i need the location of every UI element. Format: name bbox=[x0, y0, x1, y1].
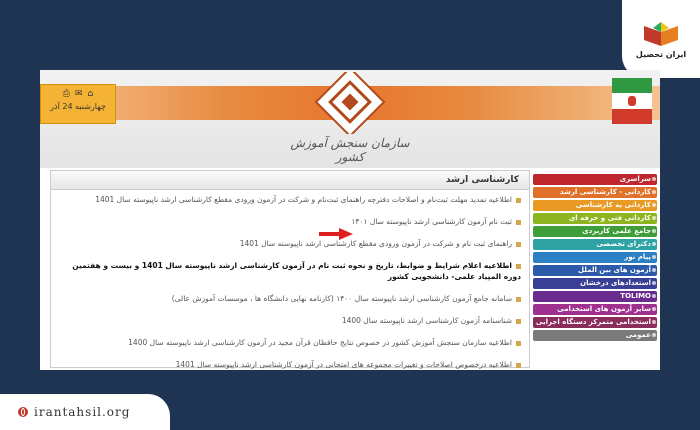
news-item[interactable]: اطلاعیه درخصوص اصلاحات و تغییرات مجموعه … bbox=[59, 359, 521, 370]
sidebar-item[interactable]: کاردانی - کارشناسی ارشد bbox=[533, 187, 657, 198]
news-item[interactable]: اطلاعیه اعلام شرایط و ضوابط، تاریخ و نحو… bbox=[59, 260, 521, 282]
sidebar-item[interactable]: سایر آزمون های استخدامی bbox=[533, 304, 657, 315]
site-header: ⎙ ✉ ⌂ چهارشنبه 24 آذر سازمان سنجش آموزش … bbox=[40, 70, 660, 168]
brand-tab: ایران تحصیل bbox=[622, 0, 700, 78]
news-item-text: راهنمای ثبت نام و شرکت در آزمون ورودی مق… bbox=[239, 239, 512, 248]
sidebar-menu: سراسری کاردانی - کارشناسی ارشد کاردانی به … bbox=[533, 174, 657, 343]
sidebar-item[interactable]: کاردانی فنی و حرفه ای bbox=[533, 213, 657, 224]
bullet-icon bbox=[516, 241, 521, 247]
news-item[interactable]: سامانه جامع آزمون کارشناسی ارشد ناپیوسته… bbox=[59, 293, 521, 304]
sidebar-item[interactable]: استعدادهای درخشان bbox=[533, 278, 657, 289]
panel-title: کارشناسی ارشد bbox=[51, 171, 529, 190]
book-logo-icon bbox=[644, 21, 678, 46]
sidebar-item[interactable]: سراسری bbox=[533, 174, 657, 185]
bullet-icon bbox=[516, 219, 521, 225]
red-arrow-icon bbox=[319, 228, 353, 240]
sidebar-item[interactable]: استخدامی متمرکز دستگاه اجرایی bbox=[533, 317, 657, 328]
news-item-text: شناسنامه آزمون کارشناسی ارشد ناپیوسته سا… bbox=[341, 316, 512, 325]
sidebar-item[interactable]: عمومی bbox=[533, 330, 657, 341]
bullet-icon bbox=[516, 318, 521, 324]
news-item-text: اطلاعیه تمدید مهلت ثبت‌نام و اصلاحات دفت… bbox=[95, 195, 512, 204]
globe-icon bbox=[18, 407, 28, 417]
iran-flag-icon bbox=[612, 78, 652, 124]
home-icon[interactable]: ⌂ bbox=[88, 89, 94, 99]
bullet-icon bbox=[516, 263, 521, 269]
news-item[interactable]: شناسنامه آزمون کارشناسی ارشد ناپیوسته سا… bbox=[59, 315, 521, 326]
brand-name: ایران تحصیل bbox=[635, 49, 687, 59]
sidebar-item[interactable]: TOLIMO bbox=[533, 291, 657, 302]
news-item-text: اطلاعیه سازمان سنجش آموزش کشور در خصوص ن… bbox=[128, 338, 512, 347]
footer-tab: irantahsil.org bbox=[0, 394, 170, 430]
news-item-text: اطلاعیه اعلام شرایط و ضوابط، تاریخ و نحو… bbox=[72, 261, 521, 281]
bullet-icon bbox=[516, 340, 521, 346]
news-item-text: سامانه جامع آزمون کارشناسی ارشد ناپیوسته… bbox=[171, 294, 512, 303]
news-item-text: اطلاعیه درخصوص اصلاحات و تغییرات مجموعه … bbox=[175, 360, 512, 369]
print-icon[interactable]: ⎙ bbox=[63, 89, 70, 99]
sidebar-item[interactable]: دکترای تخصصی bbox=[533, 239, 657, 250]
brand-logo: ایران تحصیل bbox=[632, 10, 690, 68]
org-name: سازمان سنجش آموزش کشور bbox=[290, 136, 410, 164]
news-item-text: ثبت نام آزمون کارشناسی ارشد ناپیوسته سال… bbox=[351, 217, 512, 226]
news-list: اطلاعیه تمدید مهلت ثبت‌نام و اصلاحات دفت… bbox=[51, 190, 529, 370]
sidebar-item[interactable]: جامع علمی کاربردی bbox=[533, 226, 657, 237]
brand-url[interactable]: irantahsil.org bbox=[34, 405, 130, 419]
news-panel: کارشناسی ارشد اطلاعیه تمدید مهلت ثبت‌نام… bbox=[50, 170, 530, 370]
date-text: چهارشنبه 24 آذر bbox=[50, 102, 106, 111]
news-item[interactable]: ثبت نام آزمون کارشناسی ارشد ناپیوسته سال… bbox=[59, 216, 521, 227]
website-screenshot: ⎙ ✉ ⌂ چهارشنبه 24 آذر سازمان سنجش آموزش … bbox=[40, 70, 660, 370]
org-emblem-icon bbox=[314, 72, 386, 134]
mail-icon[interactable]: ✉ bbox=[75, 89, 83, 99]
sidebar-item[interactable]: پیام نور bbox=[533, 252, 657, 263]
sidebar-item[interactable]: آزمون های بین الملل bbox=[533, 265, 657, 276]
bullet-icon bbox=[516, 362, 521, 368]
news-item[interactable]: اطلاعیه سازمان سنجش آموزش کشور در خصوص ن… bbox=[59, 337, 521, 348]
news-item[interactable]: اطلاعیه تمدید مهلت ثبت‌نام و اصلاحات دفت… bbox=[59, 194, 521, 205]
bullet-icon bbox=[516, 197, 521, 203]
bullet-icon bbox=[516, 296, 521, 302]
date-box: ⎙ ✉ ⌂ چهارشنبه 24 آذر bbox=[40, 84, 116, 124]
news-item[interactable]: راهنمای ثبت نام و شرکت در آزمون ورودی مق… bbox=[59, 238, 521, 249]
sidebar-item[interactable]: کاردانی به کارشناسی bbox=[533, 200, 657, 211]
